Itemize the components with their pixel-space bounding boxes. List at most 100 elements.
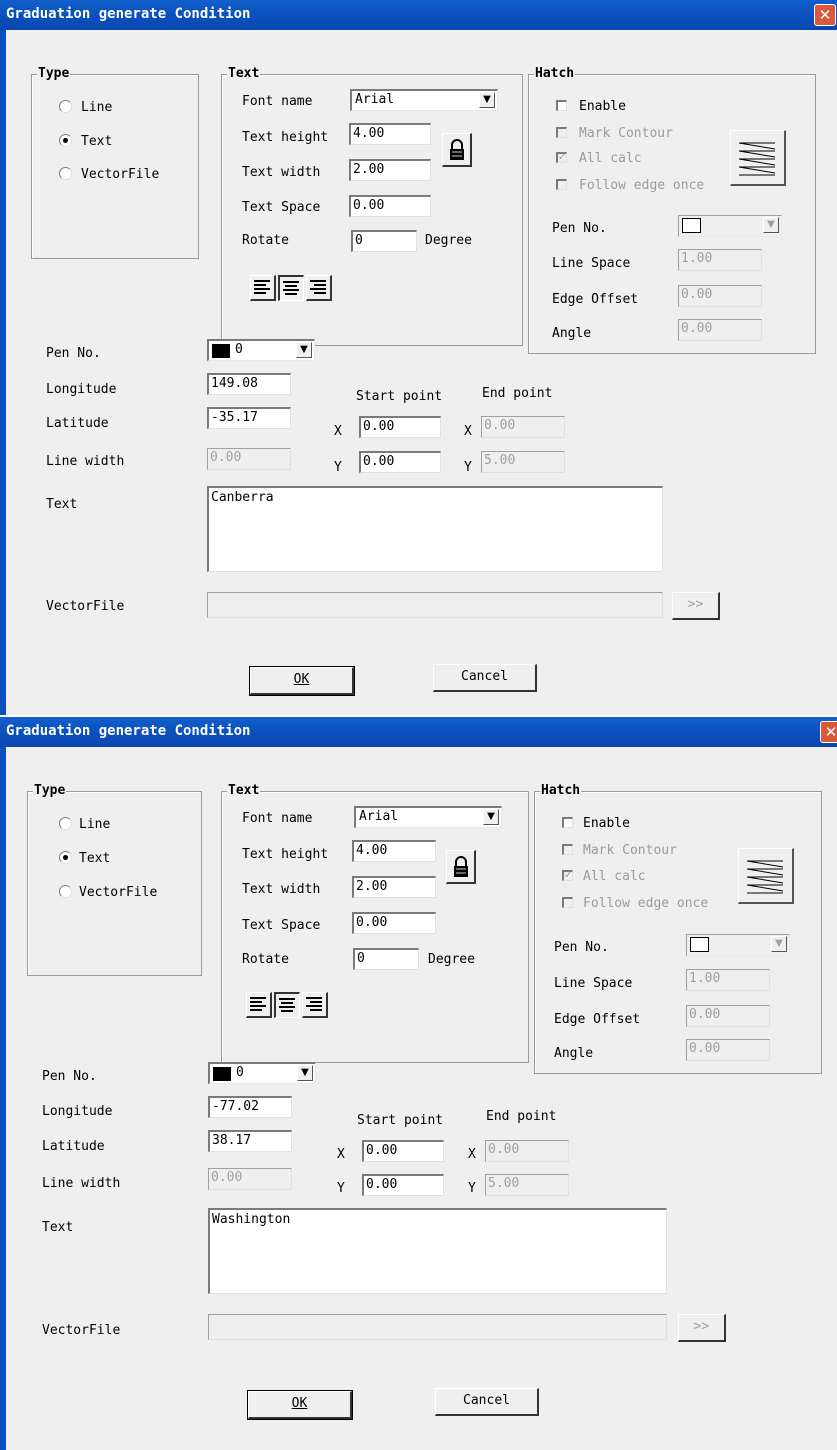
hatch-enable-checkbox[interactable] [556, 100, 567, 111]
line-width-input[interactable]: 0.00 [208, 1168, 292, 1190]
vectorfile-browse-button[interactable]: >> [672, 592, 720, 620]
align-center-button[interactable] [274, 992, 300, 1018]
graduation-dialog-1: Graduation generate Condition ✕ Type Lin… [0, 0, 837, 715]
mark-contour-label[interactable]: Mark Contour [579, 126, 673, 142]
all-calc-checkbox[interactable]: ✓ [556, 152, 567, 163]
start-y-input[interactable]: 0.00 [359, 451, 441, 473]
text-content-input[interactable]: Canberra [207, 486, 663, 572]
text-height-input[interactable]: 4.00 [349, 123, 431, 145]
text-space-input[interactable]: 0.00 [349, 195, 431, 217]
line-width-label: Line width [42, 1176, 121, 1191]
type-line-label[interactable]: Line [81, 100, 112, 116]
vectorfile-browse-button[interactable]: >> [678, 1314, 726, 1342]
cancel-button[interactable]: Cancel [435, 1388, 539, 1416]
close-icon[interactable]: ✕ [820, 721, 837, 743]
type-text-radio[interactable] [59, 851, 72, 864]
ok-button[interactable]: OK [249, 666, 355, 696]
ok-button[interactable]: OK [247, 1390, 353, 1420]
type-text-label[interactable]: Text [79, 851, 110, 867]
follow-edge-checkbox[interactable] [556, 179, 567, 190]
cancel-button[interactable]: Cancel [433, 664, 537, 692]
longitude-input[interactable]: -77.02 [208, 1096, 292, 1118]
type-line-radio[interactable] [59, 100, 72, 113]
chevron-down-icon[interactable]: ▼ [296, 342, 312, 358]
latitude-input[interactable]: 38.17 [208, 1130, 292, 1152]
pen-no-select[interactable]: 0 ▼ [207, 339, 315, 361]
edge-offset-input[interactable]: 0.00 [678, 285, 762, 307]
hatch-angle-input[interactable]: 0.00 [686, 1039, 770, 1061]
font-name-select[interactable]: Arial ▼ [350, 89, 498, 111]
hatch-angle-input[interactable]: 0.00 [678, 319, 762, 341]
end-y-input[interactable]: 5.00 [481, 451, 565, 473]
vectorfile-input[interactable] [207, 592, 663, 618]
type-vectorfile-radio[interactable] [59, 885, 72, 898]
align-right-icon [306, 997, 322, 1011]
hatch-preview-button[interactable] [738, 848, 794, 904]
align-center-icon [279, 998, 295, 1012]
hatch-enable-checkbox[interactable] [562, 817, 573, 828]
edge-offset-input[interactable]: 0.00 [686, 1005, 770, 1027]
hatch-enable-label[interactable]: Enable [579, 99, 626, 115]
lock-aspect-button[interactable] [446, 850, 476, 884]
text-width-input[interactable]: 2.00 [352, 876, 436, 898]
follow-edge-label[interactable]: Follow edge once [579, 178, 704, 194]
latitude-input[interactable]: -35.17 [207, 407, 291, 429]
type-line-label[interactable]: Line [79, 817, 110, 833]
text-space-input[interactable]: 0.00 [352, 912, 436, 934]
vectorfile-label: VectorFile [42, 1323, 121, 1338]
type-vectorfile-label[interactable]: VectorFile [81, 167, 159, 183]
chevron-down-icon[interactable]: ▼ [479, 92, 495, 108]
align-center-button[interactable] [278, 275, 304, 301]
follow-edge-checkbox[interactable] [562, 897, 573, 908]
hatch-pen-select[interactable]: ▼ [686, 934, 790, 956]
type-line-radio[interactable] [59, 817, 72, 830]
align-right-button[interactable] [306, 275, 332, 301]
chevron-down-icon[interactable]: ▼ [771, 936, 787, 952]
align-left-button[interactable] [250, 275, 276, 301]
text-height-input[interactable]: 4.00 [352, 840, 436, 862]
title-bar[interactable]: Graduation generate Condition ✕ [0, 717, 837, 747]
lock-aspect-button[interactable] [442, 133, 472, 167]
chevron-down-icon[interactable]: ▼ [297, 1065, 313, 1081]
start-x-input[interactable]: 0.00 [362, 1140, 444, 1162]
start-y-input[interactable]: 0.00 [362, 1174, 444, 1196]
type-vectorfile-label[interactable]: VectorFile [79, 885, 157, 901]
align-right-button[interactable] [302, 992, 328, 1018]
line-space-input[interactable]: 1.00 [686, 969, 770, 991]
all-calc-label[interactable]: All calc [583, 869, 646, 885]
type-group: Type [27, 783, 202, 976]
start-x-input[interactable]: 0.00 [359, 416, 441, 438]
type-vectorfile-radio[interactable] [59, 167, 72, 180]
type-text-radio[interactable] [59, 134, 72, 147]
type-text-label[interactable]: Text [81, 134, 112, 150]
chevron-down-icon[interactable]: ▼ [483, 809, 499, 825]
end-x-input[interactable]: 0.00 [485, 1140, 569, 1162]
pen-no-select[interactable]: 0 ▼ [208, 1062, 316, 1084]
hatch-preview-button[interactable] [730, 130, 786, 186]
end-x-input[interactable]: 0.00 [481, 416, 565, 438]
font-name-label: Font name [242, 811, 313, 826]
close-icon[interactable]: ✕ [814, 4, 836, 26]
rotate-input[interactable]: 0 [351, 230, 417, 252]
longitude-label: Longitude [42, 1104, 113, 1119]
line-width-input[interactable]: 0.00 [207, 448, 291, 470]
line-space-input[interactable]: 1.00 [678, 249, 762, 271]
mark-contour-checkbox[interactable] [562, 844, 573, 855]
chevron-down-icon[interactable]: ▼ [763, 217, 779, 233]
follow-edge-label[interactable]: Follow edge once [583, 896, 708, 912]
longitude-input[interactable]: 149.08 [207, 373, 291, 395]
all-calc-checkbox[interactable]: ✓ [562, 870, 573, 881]
align-left-button[interactable] [246, 992, 272, 1018]
text-content-input[interactable]: Washington [208, 1208, 667, 1294]
mark-contour-checkbox[interactable] [556, 127, 567, 138]
title-bar[interactable]: Graduation generate Condition ✕ [0, 0, 837, 30]
hatch-enable-label[interactable]: Enable [583, 816, 630, 832]
vectorfile-input[interactable] [208, 1314, 667, 1340]
font-name-select[interactable]: Arial ▼ [354, 806, 502, 828]
all-calc-label[interactable]: All calc [579, 151, 642, 167]
hatch-pen-select[interactable]: ▼ [678, 215, 782, 237]
mark-contour-label[interactable]: Mark Contour [583, 843, 677, 859]
rotate-input[interactable]: 0 [353, 948, 419, 970]
end-y-input[interactable]: 5.00 [485, 1174, 569, 1196]
text-width-input[interactable]: 2.00 [349, 159, 431, 181]
